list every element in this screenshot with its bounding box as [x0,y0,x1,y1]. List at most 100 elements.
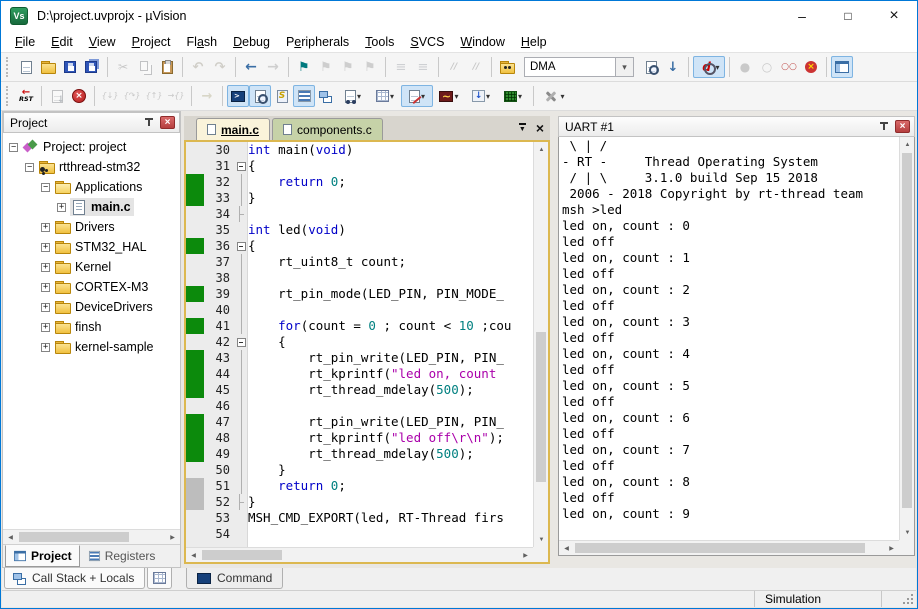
cut-button[interactable]: ✂ [112,56,134,78]
undo-button[interactable]: ↶ [187,56,209,78]
tree-item-main-c[interactable]: +main.c [3,197,180,217]
expand-toggle-icon[interactable]: + [41,263,50,272]
menu-flash[interactable]: Flash [179,33,226,51]
uart-panel-close-icon[interactable] [895,120,910,133]
bookmark-clear-all-button[interactable]: ⚑ [359,56,381,78]
scrollbar-thumb[interactable] [202,550,282,560]
tree-item-applications[interactable]: −Applications [3,177,180,197]
scroll-up-icon[interactable] [900,137,915,152]
menu-file[interactable]: File [7,33,43,51]
tab-call-stack-locals[interactable]: Call Stack + Locals [4,568,145,589]
tree-item-devicedrivers[interactable]: +DeviceDrivers [3,297,180,317]
new-file-button[interactable] [15,56,37,78]
scroll-down-icon[interactable] [534,532,549,547]
copy-button[interactable] [134,56,156,78]
expand-toggle-icon[interactable]: + [41,283,50,292]
uart-vscrollbar[interactable] [899,137,914,540]
project-tree[interactable]: −Project: project−rtthread-stm32−Applica… [3,133,180,529]
reset-cpu-button[interactable]: RST [15,85,37,107]
tree-item-kernel[interactable]: +Kernel [3,257,180,277]
registers-window-button[interactable] [293,85,315,107]
find-in-files-button[interactable] [496,56,518,78]
navigate-forward-button[interactable]: → [262,56,284,78]
close-tab-icon[interactable] [536,120,544,136]
uncomment-selection-button[interactable]: // [465,56,487,78]
expand-toggle-icon[interactable]: + [41,223,50,232]
trace-windows-button[interactable]: ↓▾ [465,85,497,107]
tab-memory[interactable] [147,568,172,589]
expand-toggle-icon[interactable]: + [57,203,66,212]
scroll-left-icon[interactable] [186,548,201,563]
project-panel-close-icon[interactable] [160,116,175,129]
scrollbar-thumb[interactable] [575,543,865,553]
menu-project[interactable]: Project [124,33,179,51]
tab-project[interactable]: Project [5,545,80,567]
target-select-dropdown-icon[interactable] [616,57,634,77]
call-stack-window-button[interactable] [315,85,337,107]
expand-toggle-icon[interactable]: + [41,323,50,332]
tree-item-project-project[interactable]: −Project: project [3,137,180,157]
bookmark-toggle-button[interactable]: ⚑ [293,56,315,78]
tab-list-icon[interactable] [519,123,526,133]
disassembly-window-button[interactable] [249,85,271,107]
expand-toggle-icon[interactable]: + [41,243,50,252]
target-select-value[interactable]: DMA [524,57,616,77]
editor-hscrollbar[interactable] [186,547,533,562]
menu-edit[interactable]: Edit [43,33,81,51]
expand-toggle-icon[interactable]: + [41,343,50,352]
comment-selection-button[interactable]: // [443,56,465,78]
stop-button[interactable]: × [68,85,90,107]
uart-output[interactable]: \ | /- RT - Thread Operating System / | … [559,137,899,540]
menu-debug[interactable]: Debug [225,33,278,51]
analysis-windows-button[interactable]: ~▾ [433,85,465,107]
run-to-cursor-button[interactable]: →{} [165,85,187,107]
find-in-files-doc-button[interactable] [640,56,662,78]
tree-item-kernel-sample[interactable]: +kernel-sample [3,337,180,357]
scroll-left-icon[interactable] [559,541,574,556]
system-viewer-button[interactable]: ▾ [497,85,529,107]
scrollbar-thumb[interactable] [536,332,546,482]
menu-peripherals[interactable]: Peripherals [278,33,357,51]
scroll-left-icon[interactable] [3,530,18,545]
tab-command[interactable]: Command [186,568,283,589]
save-all-button[interactable] [81,56,103,78]
redo-button[interactable]: ↷ [209,56,231,78]
serial-windows-button[interactable]: ▾ [401,85,433,107]
resize-grip-icon[interactable] [882,591,916,607]
save-button[interactable] [59,56,81,78]
expand-toggle-icon[interactable]: − [9,143,18,152]
expand-toggle-icon[interactable]: − [41,183,50,192]
symbol-window-button[interactable]: S [271,85,293,107]
step-out-button[interactable]: {↑} [143,85,165,107]
step-button[interactable]: {↓} [99,85,121,107]
enable-disable-breakpoint-button[interactable]: ○ [756,56,778,78]
menu-window[interactable]: Window [452,33,512,51]
expand-toggle-icon[interactable]: − [25,163,34,172]
bookmark-previous-button[interactable]: ⚑ [315,56,337,78]
tab-registers[interactable]: Registers [80,545,164,567]
pushpin-icon[interactable] [143,117,155,129]
scroll-right-icon[interactable] [884,541,899,556]
tree-item-finsh[interactable]: +finsh [3,317,180,337]
scroll-right-icon[interactable] [518,548,533,563]
code-editor[interactable]: 30int main(void)31{32 return 0;33}3435in… [186,142,533,547]
kill-all-breakpoints-button[interactable]: × [800,56,822,78]
tree-item-drivers[interactable]: +Drivers [3,217,180,237]
tab-components-c[interactable]: components.c [272,118,383,140]
fold-margin[interactable] [235,238,248,254]
step-over-button[interactable]: {↷} [121,85,143,107]
show-next-statement-button[interactable]: → [196,85,218,107]
scrollbar-thumb[interactable] [19,532,129,542]
indent-button[interactable]: ≡ [390,56,412,78]
minimize-button[interactable] [779,1,825,31]
tree-item-rtthread-stm32[interactable]: −rtthread-stm32 [3,157,180,177]
start-stop-debug-session-button[interactable]: d▾ [693,56,725,78]
editor-vscrollbar[interactable] [533,142,548,547]
fold-margin[interactable] [235,158,248,174]
bookmark-next-button[interactable]: ⚑ [337,56,359,78]
scroll-right-icon[interactable] [165,530,180,545]
maximize-button[interactable] [825,1,871,31]
tree-item-stm32-hal[interactable]: +STM32_HAL [3,237,180,257]
navigate-back-button[interactable]: ← [240,56,262,78]
menu-svcs[interactable]: SVCS [402,33,452,51]
